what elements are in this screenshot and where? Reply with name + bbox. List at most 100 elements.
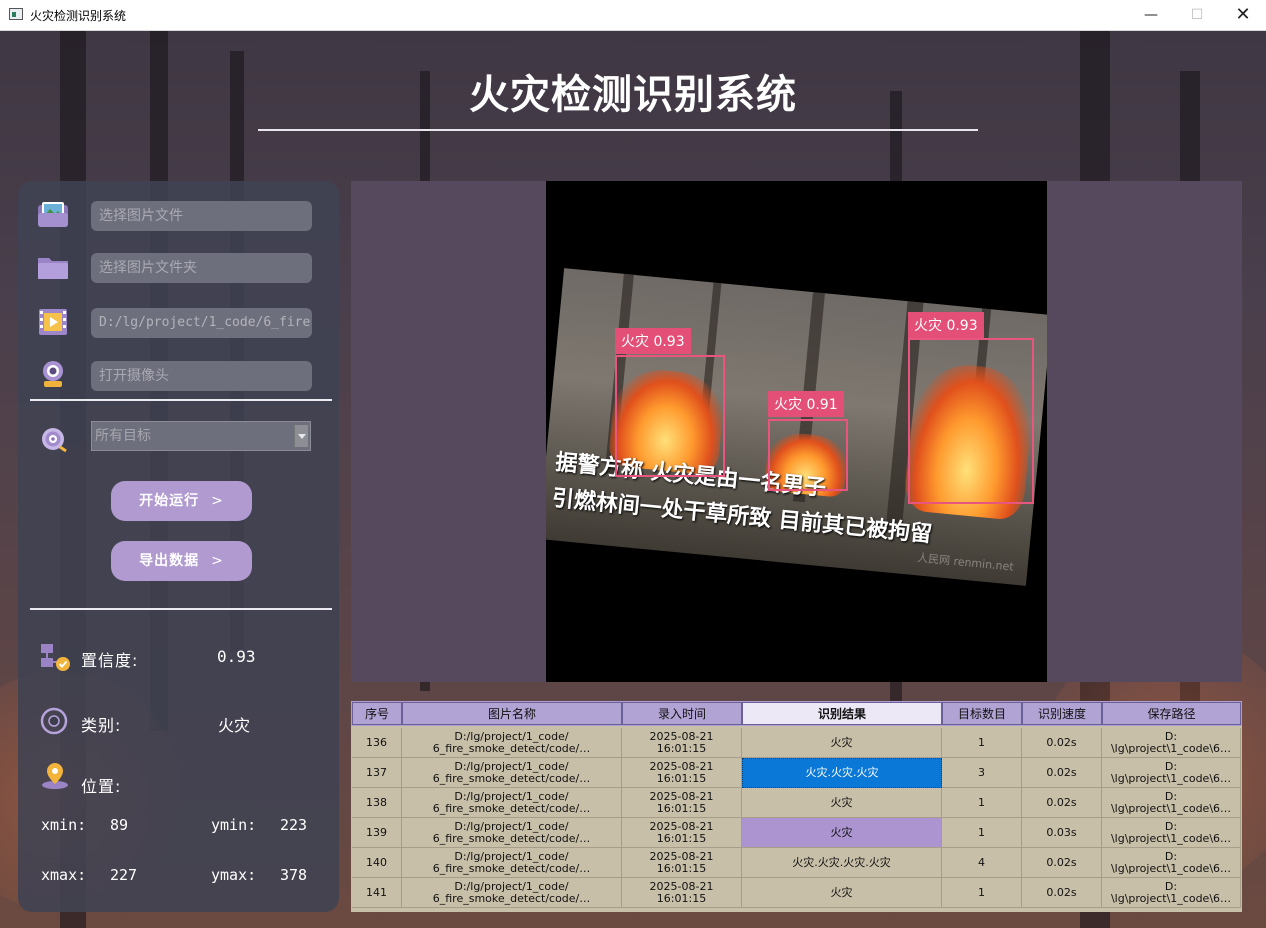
cell-index[interactable]: 136	[352, 728, 402, 758]
webcam-icon[interactable]	[36, 359, 70, 389]
cell-index[interactable]: 141	[352, 878, 402, 908]
cell-image-name[interactable]: D:/lg/project/1_code/6_fire_smoke_detect…	[402, 878, 622, 908]
cell-speed[interactable]: 0.03s	[1022, 818, 1102, 848]
cell-image-name-line: 6_fire_smoke_detect/code/…	[432, 861, 591, 875]
cell-time[interactable]: 2025-08-21 16:01:15	[622, 788, 742, 818]
cell-save-path[interactable]: D: \lg\project\1_code\6…	[1102, 818, 1241, 848]
cell-time[interactable]: 2025-08-21 16:01:15	[622, 728, 742, 758]
results-table: 序号 图片名称 录入时间 识别结果 目标数目 识别速度 保存路径 136 D:/l…	[351, 701, 1242, 912]
cell-count[interactable]: 3	[942, 758, 1022, 788]
class-value: 火灾	[218, 716, 251, 735]
cell-save-path[interactable]: D: \lg\project\1_code\6…	[1102, 758, 1241, 788]
column-header-time[interactable]: 录入时间	[622, 702, 742, 725]
column-header-result[interactable]: 识别结果	[742, 702, 942, 725]
cell-image-name[interactable]: D:/lg/project/1_code/6_fire_smoke_detect…	[402, 818, 622, 848]
cell-time-line: 2025-08-21	[649, 849, 714, 863]
cell-speed[interactable]: 0.02s	[1022, 788, 1102, 818]
cell-speed[interactable]: 0.02s	[1022, 728, 1102, 758]
image-folder-input[interactable]: 选择图片文件夹	[91, 253, 312, 283]
cell-time-line: 2025-08-21	[649, 879, 714, 893]
xmin-label: xmin:	[41, 816, 87, 834]
cell-count[interactable]: 1	[942, 788, 1022, 818]
cell-speed[interactable]: 0.02s	[1022, 878, 1102, 908]
column-header-index[interactable]: 序号	[352, 702, 402, 725]
maximize-button[interactable]: ☐	[1174, 0, 1220, 30]
cell-image-name[interactable]: D:/lg/project/1_code/6_fire_smoke_detect…	[402, 758, 622, 788]
cell-image-name[interactable]: D:/lg/project/1_code/6_fire_smoke_detect…	[402, 848, 622, 878]
cell-result[interactable]: 火灾.火灾.火灾.火灾	[742, 848, 942, 878]
cell-image-name-line: D:/lg/project/1_code/	[454, 849, 569, 863]
video-watermark: 人民网 renmin.net	[916, 551, 1015, 574]
video-icon[interactable]	[36, 307, 70, 337]
target-select-value: 所有目标	[95, 428, 151, 444]
cell-save-path-line: D:	[1164, 729, 1178, 743]
cell-save-path[interactable]: D: \lg\project\1_code\6…	[1102, 848, 1241, 878]
cell-save-path[interactable]: D: \lg\project\1_code\6…	[1102, 788, 1241, 818]
camera-input[interactable]: 打开摄像头	[91, 361, 312, 391]
cell-count[interactable]: 4	[942, 848, 1022, 878]
cell-time[interactable]: 2025-08-21 16:01:15	[622, 848, 742, 878]
target-select[interactable]: 所有目标	[91, 421, 311, 451]
cell-time-line: 16:01:15	[656, 801, 707, 815]
table-row[interactable]: 137 D:/lg/project/1_code/6_fire_smoke_det…	[351, 758, 1242, 788]
cell-time-line: 16:01:15	[656, 741, 707, 755]
table-row[interactable]: 139 D:/lg/project/1_code/6_fire_smoke_det…	[351, 818, 1242, 848]
export-button[interactable]: 导出数据 >	[111, 541, 252, 581]
panel-divider	[30, 399, 332, 401]
table-row[interactable]: 141 D:/lg/project/1_code/6_fire_smoke_det…	[351, 878, 1242, 908]
column-header-image-name[interactable]: 图片名称	[402, 702, 622, 725]
cell-time-line: 16:01:15	[656, 891, 707, 905]
confidence-label: 置信度:	[81, 651, 139, 670]
column-header-count[interactable]: 目标数目	[942, 702, 1022, 725]
cell-index[interactable]: 138	[352, 788, 402, 818]
detection-box	[615, 355, 725, 477]
cell-save-path[interactable]: D: \lg\project\1_code\6…	[1102, 728, 1241, 758]
column-header-speed[interactable]: 识别速度	[1022, 702, 1102, 725]
image-file-input[interactable]: 选择图片文件	[91, 201, 312, 231]
detection-label: 火灾 0.93	[908, 312, 984, 338]
minimize-button[interactable]: —	[1128, 0, 1174, 30]
cell-image-name-line: D:/lg/project/1_code/	[454, 879, 569, 893]
video-path-input[interactable]: D:/lg/project/1_code/6_fire	[91, 308, 312, 338]
detection-box	[768, 419, 848, 491]
cell-speed[interactable]: 0.02s	[1022, 848, 1102, 878]
cell-image-name[interactable]: D:/lg/project/1_code/6_fire_smoke_detect…	[402, 788, 622, 818]
table-row[interactable]: 136 D:/lg/project/1_code/6_fire_smoke_det…	[351, 728, 1242, 758]
class-icon	[39, 706, 73, 736]
cell-image-name[interactable]: D:/lg/project/1_code/6_fire_smoke_detect…	[402, 728, 622, 758]
confidence-value: 0.93	[217, 647, 256, 666]
cell-index[interactable]: 137	[352, 758, 402, 788]
cell-result[interactable]: 火灾	[742, 788, 942, 818]
table-row[interactable]: 138 D:/lg/project/1_code/6_fire_smoke_det…	[351, 788, 1242, 818]
folder-icon[interactable]	[36, 251, 70, 281]
cell-image-name-line: D:/lg/project/1_code/	[454, 789, 569, 803]
cell-time[interactable]: 2025-08-21 16:01:15	[622, 818, 742, 848]
cell-save-path[interactable]: D: \lg\project\1_code\6…	[1102, 878, 1241, 908]
ymin-label: ymin:	[211, 816, 257, 834]
cell-time-line: 2025-08-21	[649, 759, 714, 773]
panel-divider	[30, 608, 332, 610]
table-row[interactable]: 140 D:/lg/project/1_code/6_fire_smoke_det…	[351, 848, 1242, 878]
cell-count[interactable]: 1	[942, 878, 1022, 908]
cell-result[interactable]: 火灾	[742, 818, 942, 848]
cell-time[interactable]: 2025-08-21 16:01:15	[622, 878, 742, 908]
cell-speed[interactable]: 0.02s	[1022, 758, 1102, 788]
cell-result[interactable]: 火灾	[742, 728, 942, 758]
start-button[interactable]: 开始运行 >	[111, 481, 252, 521]
cell-time[interactable]: 2025-08-21 16:01:15	[622, 758, 742, 788]
image-file-icon[interactable]	[36, 199, 70, 229]
chevron-down-icon[interactable]	[294, 425, 308, 447]
cell-result[interactable]: 火灾	[742, 878, 942, 908]
cell-index[interactable]: 139	[352, 818, 402, 848]
app-window-icon	[9, 8, 23, 20]
close-button[interactable]: ✕	[1220, 0, 1266, 30]
confidence-icon	[39, 642, 73, 672]
cell-index[interactable]: 140	[352, 848, 402, 878]
column-header-save-path[interactable]: 保存路径	[1102, 702, 1241, 725]
cell-count[interactable]: 1	[942, 818, 1022, 848]
xmax-label: xmax:	[41, 866, 87, 884]
cell-result[interactable]: 火灾.火灾.火灾	[742, 758, 942, 788]
cell-count[interactable]: 1	[942, 728, 1022, 758]
class-label: 类别:	[81, 716, 122, 735]
ymax-value: 378	[280, 866, 308, 884]
